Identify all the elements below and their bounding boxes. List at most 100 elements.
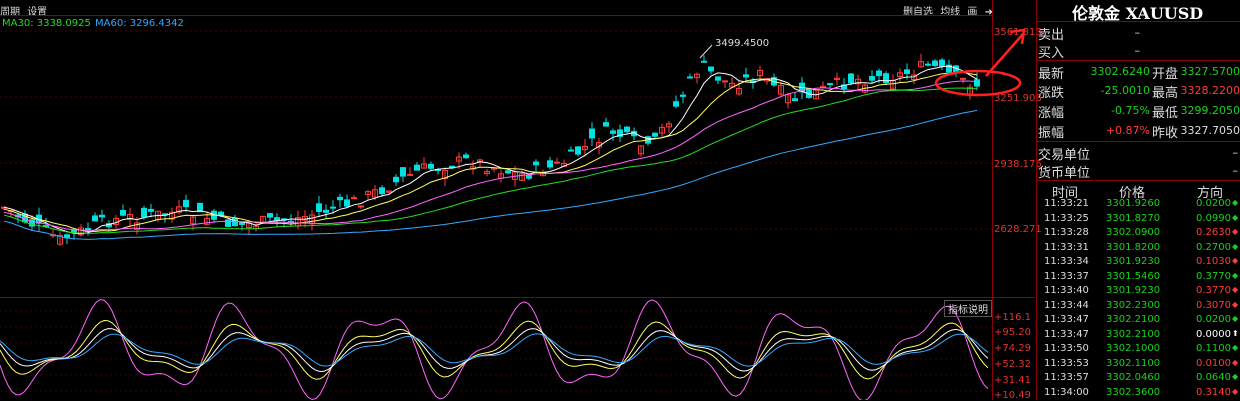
- candle-body: [547, 160, 553, 168]
- pct-change-value: -0.75%: [1111, 104, 1150, 117]
- highlight-ellipse: [934, 69, 1022, 97]
- candle-body: [526, 174, 532, 179]
- candle-body: [463, 154, 469, 159]
- direction-icon: ◆: [1232, 372, 1239, 381]
- tick-time: 11:33:21: [1044, 198, 1089, 209]
- tick-row[interactable]: 11:33:21 3301.9260 0.0200 ◆: [1036, 198, 1240, 212]
- tick-time: 11:33:40: [1044, 285, 1089, 296]
- buy-label: 买入: [1038, 46, 1065, 61]
- tick-price: 3301.9230: [1106, 256, 1161, 267]
- amplitude-label: 振幅: [1038, 126, 1065, 141]
- moving-average-line: [3, 109, 978, 240]
- candle-body: [323, 209, 329, 213]
- y-axis-label: 2628.271: [994, 224, 1042, 235]
- divider: [1036, 21, 1240, 22]
- indicator-level: +10.49: [994, 390, 1032, 401]
- tick-row[interactable]: 11:33:50 3302.1000 0.1100 ◆: [1036, 343, 1240, 357]
- chart-area[interactable]: 周期 设置 MA30: 3338.0925 MA60: 3296.4342 删自…: [0, 0, 1042, 401]
- tick-price: 3301.9260: [1106, 198, 1161, 209]
- direction-icon: ◆: [1232, 343, 1239, 352]
- candle-body: [715, 76, 721, 81]
- price-chart-svg[interactable]: [0, 0, 992, 400]
- candle-body: [379, 187, 385, 195]
- candle-body: [337, 196, 343, 201]
- candle-body: [148, 208, 154, 212]
- tick-row[interactable]: 11:33:37 3301.5460 0.3770 ◆: [1036, 271, 1240, 285]
- currency-unit-value: –: [1232, 164, 1239, 177]
- tick-row[interactable]: 11:33:47 3302.2100 0.0200 ◆: [1036, 314, 1240, 328]
- candle-body: [407, 173, 413, 176]
- tick-direction: 0.0990: [1196, 212, 1231, 224]
- change-value: -25.0010: [1100, 84, 1150, 97]
- candle-body: [400, 167, 406, 177]
- tick-time: 11:33:25: [1044, 212, 1089, 224]
- tick-time: 11:33:34: [1044, 256, 1089, 267]
- oscillator-line: [0, 319, 989, 380]
- direction-icon: ◆: [1232, 256, 1239, 265]
- tick-price: 3302.2300: [1106, 299, 1161, 311]
- divider: [1036, 60, 1240, 61]
- tick-direction: 0.2630: [1196, 227, 1231, 238]
- tick-direction: 0.2700: [1196, 241, 1231, 253]
- tick-time: 11:33:47: [1044, 328, 1089, 340]
- candle-body: [883, 73, 889, 84]
- tick-row[interactable]: 11:33:53 3302.1100 0.0100 ◆: [1036, 358, 1240, 372]
- candle-body: [869, 76, 875, 81]
- candle-body: [274, 217, 280, 221]
- trade-unit-value: –: [1232, 146, 1239, 159]
- tick-price: 3301.8270: [1106, 212, 1161, 224]
- tick-price: 3302.0460: [1106, 372, 1161, 383]
- tick-direction: 0.3070: [1196, 299, 1231, 311]
- tick-row[interactable]: 11:33:40 3301.9230 0.3770 ◆: [1036, 285, 1240, 299]
- annotation-arrow-icon: [985, 33, 1024, 77]
- tick-row[interactable]: 11:33:25 3301.8270 0.0990 ◆: [1036, 213, 1240, 227]
- prev-close-label: 昨收: [1152, 126, 1179, 141]
- candle-body: [652, 132, 658, 137]
- candle-body: [351, 197, 357, 200]
- tick-row[interactable]: 11:34:00 3302.3600 0.3140 ◆: [1036, 387, 1240, 401]
- candle-body: [680, 94, 686, 97]
- low-value: 3299.2050: [1180, 104, 1240, 117]
- tick-price: 3302.1100: [1106, 357, 1161, 369]
- candle-body: [743, 74, 749, 78]
- high-value: 3328.2200: [1180, 84, 1240, 97]
- candle-body: [358, 205, 364, 208]
- tick-direction: 0.0100: [1196, 357, 1231, 369]
- tick-row[interactable]: 11:33:31 3301.8200 0.2700 ◆: [1036, 242, 1240, 256]
- tick-time: 11:33:53: [1044, 357, 1089, 369]
- candle-body: [792, 98, 798, 102]
- tick-price: 3302.1000: [1106, 343, 1161, 354]
- tick-row[interactable]: 11:33:57 3302.0460 0.0640 ◆: [1036, 372, 1240, 386]
- tick-row[interactable]: 11:33:28 3302.0900 0.2630 ◆: [1036, 227, 1240, 241]
- direction-icon: ◆: [1232, 386, 1239, 396]
- pct-change-label: 涨幅: [1038, 106, 1065, 121]
- direction-icon: ◆: [1232, 212, 1239, 222]
- trade-unit-label: 交易单位: [1038, 148, 1091, 163]
- indicator-help-button[interactable]: 指标说明: [944, 300, 992, 317]
- indicator-level: +52.32: [994, 359, 1032, 370]
- candle-body: [848, 73, 854, 84]
- annotation-overlay: [934, 28, 1026, 97]
- candle-body: [722, 80, 728, 83]
- candle-body: [533, 161, 539, 166]
- candle-body: [827, 83, 833, 86]
- sell-label: 卖出: [1038, 28, 1065, 43]
- tick-direction: 0.3770: [1196, 285, 1231, 296]
- direction-icon: ◆: [1232, 357, 1239, 367]
- candle-body: [267, 213, 273, 218]
- tick-price: 3302.3600: [1106, 386, 1161, 398]
- indicator-level: +74.29: [994, 343, 1032, 354]
- prev-close-value: 3327.7050: [1180, 124, 1240, 137]
- candle-body: [414, 164, 420, 171]
- tick-row[interactable]: 11:33:44 3302.2300 0.3070 ◆: [1036, 300, 1240, 314]
- indicator-level: +116.1: [994, 312, 1032, 323]
- tick-row[interactable]: 11:33:34 3301.9230 0.1030 ◆: [1036, 256, 1240, 270]
- tick-row[interactable]: 11:33:47 3302.2100 0.0000 ⬆: [1036, 329, 1240, 343]
- tick-direction: 0.3140: [1196, 386, 1231, 398]
- candle-body: [120, 209, 126, 216]
- candle-body: [876, 70, 882, 77]
- direction-icon: ◆: [1232, 241, 1239, 251]
- peak-marker: [699, 44, 713, 59]
- candle-body: [393, 176, 399, 183]
- tick-time: 11:33:50: [1044, 343, 1089, 354]
